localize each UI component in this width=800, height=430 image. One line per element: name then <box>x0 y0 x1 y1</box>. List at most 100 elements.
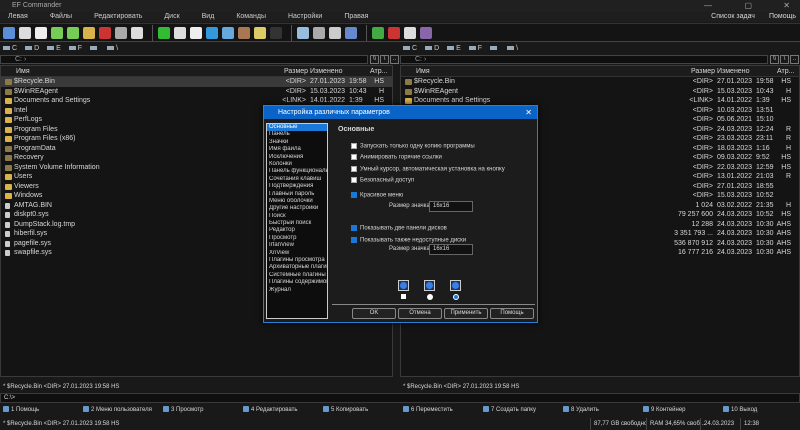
category-item[interactable]: Имя файла <box>267 146 327 153</box>
network-icon[interactable] <box>313 26 325 39</box>
sync-icon[interactable] <box>206 26 218 39</box>
menu-item[interactable]: Левая <box>8 13 28 20</box>
right-drive-button[interactable]: C <box>403 44 417 53</box>
disconnect-icon[interactable] <box>388 26 400 39</box>
category-item[interactable]: Редактор <box>267 227 327 234</box>
category-item[interactable]: Просмотр <box>267 235 327 242</box>
console-icon[interactable] <box>270 26 282 39</box>
right-drive-button[interactable]: \ <box>507 44 518 53</box>
menu-item[interactable]: Файлы <box>50 13 72 20</box>
left-drive-button[interactable] <box>90 44 99 53</box>
checkbox[interactable] <box>351 177 357 183</box>
copy-icon[interactable] <box>51 26 63 39</box>
fkey-button[interactable]: 3 Просмотр <box>160 405 240 416</box>
menu-item[interactable]: Правая <box>344 13 368 20</box>
category-item[interactable]: Плагины просмотра <box>267 257 327 264</box>
file-row[interactable]: $Recycle.Bin <DIR> 27.01.2023 19:58 HS <box>1 77 392 87</box>
category-item[interactable]: Основные <box>267 124 327 132</box>
file-row[interactable]: $WinREAgent <DIR> 15.03.2023 10:43 H <box>401 87 799 97</box>
checkbox[interactable] <box>351 154 357 160</box>
fkey-button[interactable]: 8 Удалить <box>560 405 640 416</box>
monitor-icon[interactable] <box>345 26 357 39</box>
left-drive-button[interactable]: E <box>47 44 61 53</box>
category-item[interactable]: Поиск <box>267 213 327 220</box>
minimize-button[interactable]: — <box>704 1 712 10</box>
menu-item[interactable]: Настройки <box>288 13 322 20</box>
left-drive-button[interactable]: \ <box>107 44 118 53</box>
dialog-close-icon[interactable]: ✕ <box>525 106 532 119</box>
style-radio-3[interactable] <box>453 294 459 300</box>
column-name[interactable]: Имя <box>16 68 30 75</box>
right-drive-button[interactable]: D <box>425 44 439 53</box>
menu-item[interactable]: Диск <box>164 13 179 20</box>
left-up-button[interactable]: .. <box>390 55 399 64</box>
style-radio-2[interactable] <box>427 294 433 300</box>
category-item[interactable]: XnView <box>267 250 327 257</box>
media-icon[interactable] <box>420 26 432 39</box>
menu-icon-size-select[interactable]: 16x16 <box>429 201 473 212</box>
fkey-button[interactable]: 5 Копировать <box>320 405 400 416</box>
drive-icon-size-select[interactable]: 16x16 <box>429 244 473 255</box>
category-item[interactable]: Журнал <box>267 287 327 294</box>
recycle-bin-icon[interactable] <box>329 26 341 39</box>
right-drive-button[interactable]: E <box>447 44 461 53</box>
right-up-button[interactable]: .. <box>790 55 799 64</box>
option-checkbox[interactable]: Безопасный доступ <box>351 177 414 184</box>
menu-item[interactable]: Список задач <box>711 13 755 20</box>
apply-button[interactable]: Применить <box>444 308 488 319</box>
left-root-unc-button[interactable]: \\ <box>370 55 379 64</box>
mail-icon[interactable] <box>131 26 143 39</box>
fkey-button[interactable]: 1 Помощь <box>0 405 80 416</box>
category-item[interactable]: Подтверждения <box>267 183 327 190</box>
column-modified[interactable]: Изменено <box>310 68 342 75</box>
right-root-unc-button[interactable]: \\ <box>770 55 779 64</box>
category-item[interactable]: Панель <box>267 131 327 138</box>
archive-icon[interactable] <box>238 26 250 39</box>
help-button[interactable]: Помощь <box>490 308 534 319</box>
refresh-icon[interactable] <box>158 26 170 39</box>
edit-icon[interactable] <box>35 26 47 39</box>
category-item[interactable]: Сочетания клавиш <box>267 176 327 183</box>
category-item[interactable]: Другие настройки <box>267 205 327 212</box>
category-item[interactable]: Значки <box>267 139 327 146</box>
option-checkbox[interactable]: Анимировать горячие ссылки <box>351 154 442 161</box>
checkbox[interactable] <box>351 225 357 231</box>
option-checkbox[interactable]: Красивое меню <box>351 192 403 199</box>
properties-icon[interactable] <box>297 26 309 39</box>
menu-item[interactable]: Вид <box>202 13 215 20</box>
print-icon[interactable] <box>115 26 127 39</box>
ok-button[interactable]: OK <box>352 308 396 319</box>
close-button[interactable]: ✕ <box>783 1 790 10</box>
find-icon[interactable] <box>174 26 186 39</box>
option-checkbox[interactable]: Умный курсор, автоматическая установка н… <box>351 166 505 173</box>
move-icon[interactable] <box>67 26 79 39</box>
new-window-icon[interactable] <box>3 26 15 39</box>
category-item[interactable]: Архиваторные плагины <box>267 264 327 271</box>
search-file-icon[interactable] <box>254 26 266 39</box>
maximize-button[interactable]: ▢ <box>744 1 752 10</box>
command-line-input[interactable]: C:\> <box>0 393 800 403</box>
category-item[interactable]: Колонки <box>267 161 327 168</box>
right-drive-button[interactable]: F <box>468 44 482 53</box>
option-checkbox[interactable]: Запускать только одну копию программы <box>351 143 475 150</box>
left-root-button[interactable]: \ <box>380 55 389 64</box>
left-drive-button[interactable]: F <box>68 44 82 53</box>
checkbox[interactable] <box>351 143 357 149</box>
column-size[interactable]: Размер <box>691 68 715 75</box>
delete-icon[interactable] <box>99 26 111 39</box>
fkey-button[interactable]: 6 Переместить <box>400 405 480 416</box>
left-drive-button[interactable]: D <box>25 44 39 53</box>
category-item[interactable]: IrfanView <box>267 242 327 249</box>
file-row[interactable]: $Recycle.Bin <DIR> 27.01.2023 19:58 HS <box>401 77 799 87</box>
category-list[interactable]: Основные Панель Значки Имя файла Исключения К… <box>266 123 328 319</box>
new-folder-icon[interactable] <box>83 26 95 39</box>
option-checkbox[interactable]: Показывать две панели дисков <box>351 225 447 232</box>
column-modified[interactable]: Изменено <box>717 68 749 75</box>
category-item[interactable]: Панель функциональных <box>267 168 327 175</box>
category-item[interactable]: Быстрый поиск <box>267 220 327 227</box>
column-attr[interactable]: Атр... <box>777 68 794 75</box>
left-drive-button[interactable]: C <box>3 44 17 53</box>
compare-icon[interactable] <box>222 26 234 39</box>
fkey-button[interactable]: 2 Меню пользователя <box>80 405 160 416</box>
option-checkbox[interactable]: Показывать также недоступные диски <box>351 237 466 244</box>
